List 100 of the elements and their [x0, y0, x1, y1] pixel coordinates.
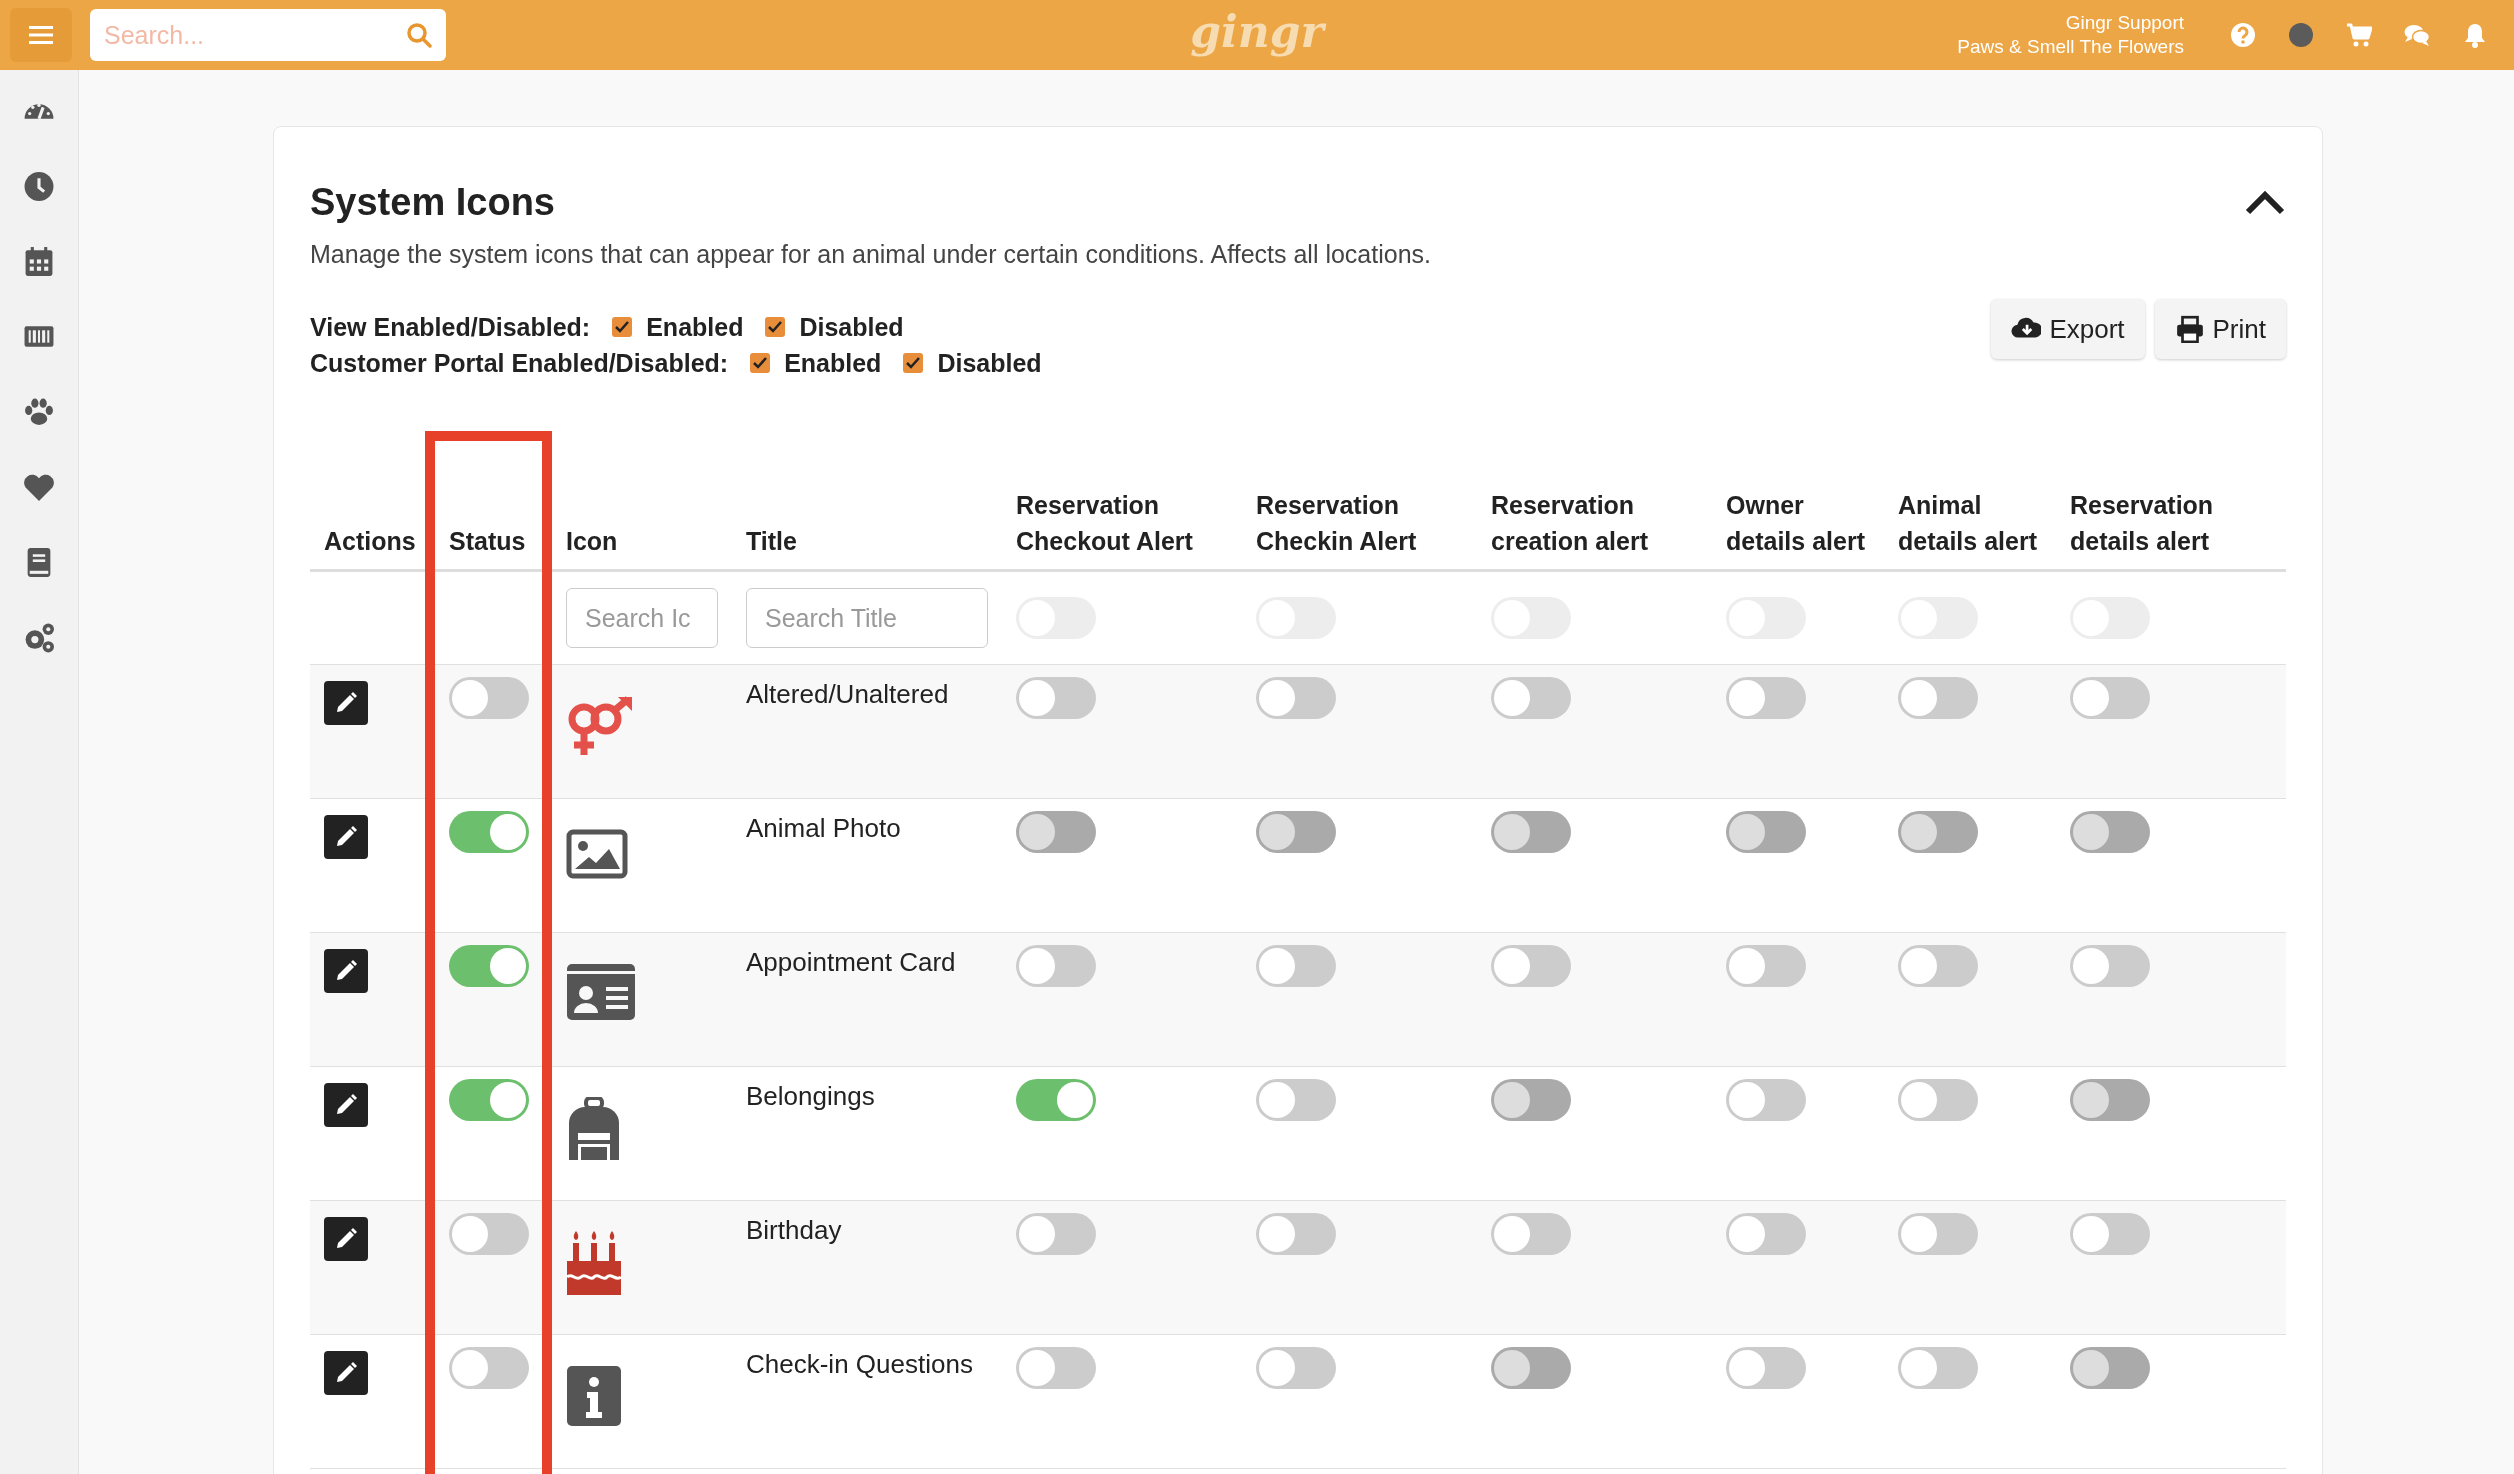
edit-button[interactable] [324, 949, 368, 993]
filter-checkbox[interactable]: Enabled [750, 348, 882, 378]
pencil-icon [334, 1227, 358, 1251]
alert-toggle[interactable] [1016, 1079, 1096, 1121]
alert-toggle[interactable] [2070, 1213, 2150, 1255]
alert-toggle[interactable] [1726, 1213, 1806, 1255]
collapse-chevron-icon[interactable] [2244, 189, 2286, 216]
alert-toggle[interactable] [1491, 1213, 1571, 1255]
status-toggle[interactable] [449, 1213, 529, 1255]
title-search-field[interactable]: Search Title [746, 588, 988, 648]
alert-toggle[interactable] [1256, 677, 1336, 719]
alert-toggle[interactable] [1016, 1347, 1096, 1389]
alert-toggle[interactable] [1016, 945, 1096, 987]
printer-icon [2174, 315, 2205, 343]
user-name: Gingr Support [2065, 11, 2184, 35]
status-toggle[interactable] [449, 677, 529, 719]
alert-toggle[interactable] [1726, 1079, 1806, 1121]
checkmark-icon[interactable] [906, 357, 921, 369]
column-header: Owner details alert [1712, 436, 1884, 571]
status-toggle[interactable] [449, 945, 529, 987]
alert-toggle[interactable] [1726, 677, 1806, 719]
alert-toggle[interactable] [1726, 1347, 1806, 1389]
row-title: Altered/Unaltered [746, 678, 950, 711]
checkmark-icon[interactable] [615, 321, 630, 333]
alert-toggle[interactable] [2070, 1079, 2150, 1121]
status-toggle[interactable] [449, 1347, 529, 1389]
column-header: Reservation details alert [2056, 436, 2286, 571]
alert-toggle[interactable] [1016, 1213, 1096, 1255]
checkmark-icon[interactable] [753, 357, 768, 369]
column-header: Reservation Checkout Alert [1002, 436, 1242, 571]
alert-toggle[interactable] [1898, 677, 1978, 719]
row-title: Appointment Card [746, 946, 957, 979]
print-button[interactable]: Print [2154, 299, 2286, 359]
alert-toggle[interactable] [1491, 945, 1571, 987]
info-icon [566, 1365, 622, 1427]
alert-toggle[interactable] [1898, 1079, 1978, 1121]
filter-checkbox[interactable]: Enabled [612, 312, 744, 342]
column-header: Reservation creation alert [1477, 436, 1712, 571]
export-button[interactable]: Export [1991, 299, 2145, 359]
alert-toggle[interactable] [1016, 811, 1096, 853]
column-header: Animal details alert [1884, 436, 2056, 571]
alert-toggle[interactable] [1898, 1213, 1978, 1255]
menu-button[interactable] [10, 8, 72, 62]
row-title: Animal Photo [746, 812, 902, 845]
alert-toggle[interactable] [1898, 811, 1978, 853]
alert-toggle[interactable] [1491, 677, 1571, 719]
alert-toggle[interactable] [1898, 945, 1978, 987]
column-header: Actions [310, 436, 430, 571]
edit-button[interactable] [324, 1217, 368, 1261]
pencil-icon [334, 1093, 358, 1117]
backpack-icon [566, 1097, 622, 1161]
row-title: Birthday [746, 1214, 843, 1247]
panel-title: System Icons [310, 181, 555, 224]
search-field[interactable]: Search... [90, 9, 446, 61]
cart-icon[interactable] [2346, 22, 2372, 48]
chat-icon[interactable] [2404, 22, 2430, 48]
filter-label: View Enabled/Disabled: [310, 312, 591, 342]
alert-toggle[interactable] [1256, 1213, 1336, 1255]
panel-description: Manage the system icons that can appear for an animal under certain conditions. Affects all locations. [310, 240, 1432, 269]
status-dot-icon[interactable] [2288, 22, 2314, 48]
pencil-icon [334, 959, 358, 983]
birthday-cake-icon [566, 1231, 622, 1295]
help-icon[interactable] [2230, 22, 2256, 48]
alert-toggle[interactable] [1726, 945, 1806, 987]
alert-toggle[interactable] [1016, 677, 1096, 719]
filter-checkbox[interactable]: Disabled [903, 348, 1042, 378]
alert-toggle[interactable] [1491, 1347, 1571, 1389]
edit-button[interactable] [324, 815, 368, 859]
column-header: Title [732, 436, 1002, 571]
edit-button[interactable] [324, 1083, 368, 1127]
filter-checkbox[interactable]: Disabled [765, 312, 904, 342]
edit-button[interactable] [324, 1351, 368, 1395]
image-icon [566, 829, 628, 879]
alert-toggle[interactable] [2070, 811, 2150, 853]
checkmark-icon[interactable] [768, 321, 783, 333]
column-header: Reservation Checkin Alert [1242, 436, 1477, 571]
alert-toggle[interactable] [1898, 1347, 1978, 1389]
alert-toggle[interactable] [2070, 677, 2150, 719]
alert-toggle[interactable] [1256, 945, 1336, 987]
icon-search-field[interactable]: Search Ic [566, 588, 718, 648]
alert-toggle[interactable] [2070, 945, 2150, 987]
alert-toggle[interactable] [1256, 811, 1336, 853]
alert-toggle[interactable] [1491, 1079, 1571, 1121]
pencil-icon [334, 691, 358, 715]
id-card-icon [566, 963, 636, 1021]
row-title: Belongings [746, 1080, 876, 1113]
status-toggle[interactable] [449, 1079, 529, 1121]
row-title: Check-in Questions [746, 1348, 974, 1381]
alert-toggle[interactable] [1726, 811, 1806, 853]
location-name: Paws & Smell The Flowers [1957, 35, 2184, 59]
alert-toggle[interactable] [2070, 1347, 2150, 1389]
alert-toggle[interactable] [1256, 1347, 1336, 1389]
alert-toggle[interactable] [1491, 811, 1571, 853]
menu-icon [29, 25, 53, 45]
filter-label: Customer Portal Enabled/Disabled: [310, 348, 729, 378]
alert-toggle[interactable] [1256, 1079, 1336, 1121]
search-icon [406, 22, 432, 48]
status-toggle[interactable] [449, 811, 529, 853]
edit-button[interactable] [324, 681, 368, 725]
bell-icon[interactable] [2462, 22, 2488, 48]
